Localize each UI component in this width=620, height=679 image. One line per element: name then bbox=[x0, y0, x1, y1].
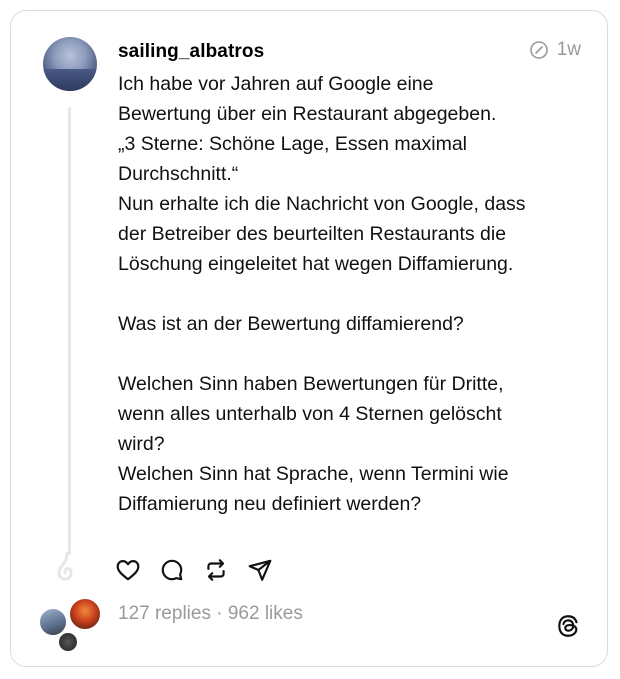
like-button[interactable] bbox=[115, 557, 141, 583]
heart-icon bbox=[116, 560, 140, 581]
thread-line bbox=[68, 107, 71, 555]
repost-icon bbox=[207, 559, 225, 581]
replier-avatar[interactable] bbox=[57, 631, 79, 653]
author-avatar[interactable] bbox=[43, 37, 97, 91]
send-icon bbox=[248, 559, 272, 581]
reply-button[interactable] bbox=[159, 557, 185, 583]
comment-icon bbox=[161, 559, 183, 581]
post-meta: 1w bbox=[529, 39, 581, 61]
post-card: sailing_albatros 1w Ich habe vor Jahren … bbox=[10, 10, 608, 667]
post-stats[interactable]: 127 replies · 962 likes bbox=[118, 603, 303, 625]
threads-logo-icon[interactable] bbox=[555, 613, 581, 639]
repost-button[interactable] bbox=[203, 557, 229, 583]
post-time: 1w bbox=[556, 39, 581, 60]
thread-loop-icon bbox=[57, 551, 73, 581]
username[interactable]: sailing_albatros bbox=[118, 41, 264, 63]
pencil-circle-icon bbox=[529, 41, 548, 59]
share-button[interactable] bbox=[247, 557, 273, 583]
post-actions bbox=[115, 557, 273, 583]
post-body: Ich habe vor Jahren auf Google eine Bewe… bbox=[118, 73, 526, 515]
replier-avatar[interactable] bbox=[68, 597, 102, 631]
